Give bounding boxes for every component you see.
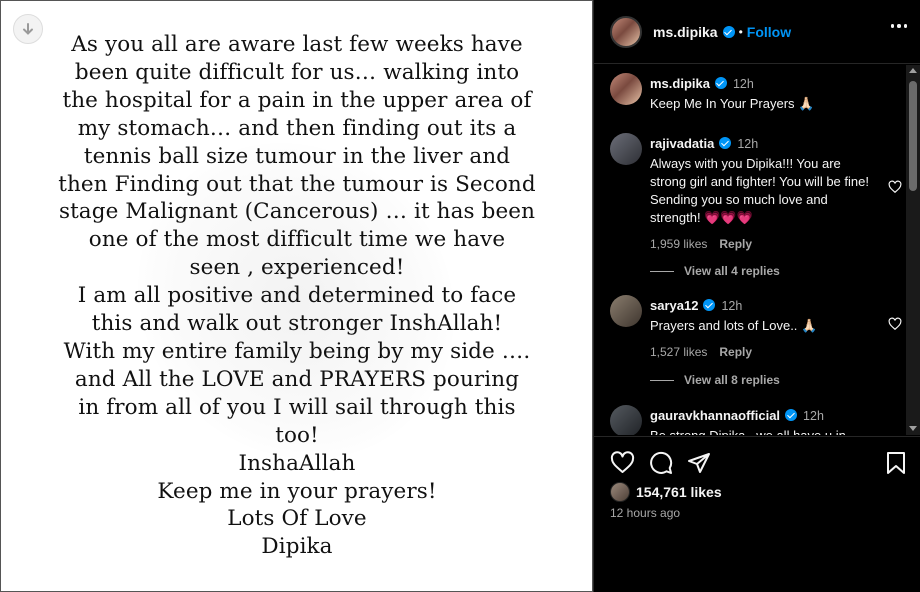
comment-time: 12h — [737, 137, 759, 151]
comment-icon[interactable] — [649, 451, 673, 475]
post-text-line: I am all positive and determined to face — [77, 283, 517, 309]
comment-username[interactable]: rajivadatia — [650, 136, 714, 151]
comment-time: 12h — [721, 299, 743, 313]
post-image: As you all are aware last few weeks have… — [0, 0, 593, 592]
likes-summary[interactable]: 154,761 likes — [610, 482, 722, 502]
heart-icon[interactable] — [888, 180, 902, 194]
verified-badge-icon — [714, 77, 727, 89]
verified-badge-icon — [703, 299, 716, 311]
heart-icon[interactable] — [610, 451, 635, 475]
reply-button[interactable]: Reply — [719, 345, 752, 359]
post-actions-area: 154,761 likes 12 hours ago — [594, 436, 920, 592]
bookmark-icon[interactable] — [885, 451, 907, 475]
comment-time: 12h — [803, 409, 824, 423]
caption-text: Keep Me In Your Prayers 🙏🏻 — [650, 96, 815, 111]
caption-time: 12h — [732, 77, 754, 91]
post-text-line: Lots Of Love — [227, 506, 367, 532]
comment-username[interactable]: gauravkhannaofficial — [650, 408, 780, 423]
verified-badge-icon — [785, 409, 798, 421]
scroll-down-arrow-icon[interactable] — [909, 426, 917, 431]
verified-badge-icon — [722, 25, 735, 38]
commenter-avatar[interactable] — [610, 295, 642, 327]
view-replies-button[interactable]: View all 4 replies — [650, 264, 780, 278]
scrollbar-thumb[interactable] — [909, 81, 917, 191]
comment-text: Be strong Dipika.. we all have u in — [650, 427, 880, 435]
post-text-line: Keep me in your prayers! — [157, 478, 437, 504]
post-text-line: InshaAllah — [238, 450, 356, 476]
heart-icon[interactable] — [888, 317, 902, 331]
comments-scrollbar[interactable] — [906, 65, 920, 435]
post-text-line: then Finding out that the tumour is Seco… — [58, 171, 536, 197]
view-replies-button[interactable]: View all 8 replies — [650, 373, 780, 387]
post-text-line: the hospital for a pain in the upper are… — [62, 87, 532, 113]
commenter-avatar[interactable] — [610, 405, 642, 435]
header-separator: • — [738, 24, 743, 39]
caption-avatar[interactable] — [610, 73, 642, 105]
post-letter-text: As you all are aware last few weeks have… — [7, 31, 587, 561]
post-header: ms.dipika • Follow — [594, 0, 920, 64]
comment-text: Prayers and lots of Love.. 🙏🏻 — [650, 318, 818, 333]
share-icon[interactable] — [687, 451, 711, 475]
post-text-line: and All the LOVE and PRAYERS pouring — [74, 366, 520, 392]
more-options-icon[interactable] — [890, 24, 907, 28]
comment-text: Always with you Dipika!!! You are strong… — [650, 156, 869, 225]
comment-likes[interactable]: 1,959 likes — [650, 237, 707, 251]
post-text-line: too! — [275, 422, 319, 448]
post-text-line: stage Malignant (Cancerous) … it has bee… — [58, 199, 536, 225]
post-text-line: in from all of you I will sail through t… — [78, 394, 516, 420]
post-text-line: one of the most difficult time we have — [88, 227, 506, 253]
post-text-line: this and walk out stronger InshAllah! — [91, 311, 503, 337]
author-username[interactable]: ms.dipika — [653, 24, 718, 40]
comment-likes[interactable]: 1,527 likes — [650, 345, 707, 359]
scroll-up-arrow-icon[interactable] — [909, 68, 917, 73]
liker-avatar — [610, 482, 630, 502]
reply-button[interactable]: Reply — [719, 237, 752, 251]
commenter-avatar[interactable] — [610, 133, 642, 165]
caption-username[interactable]: ms.dipika — [650, 76, 710, 91]
post-text-line: been quite difficult for us… walking int… — [74, 59, 520, 85]
follow-button[interactable]: Follow — [747, 24, 791, 40]
comment-username[interactable]: sarya12 — [650, 298, 698, 313]
post-text-line: With my entire family being by my side …… — [63, 338, 531, 364]
author-avatar[interactable] — [610, 15, 642, 48]
post-text-line: my stomach… and then finding out its a — [77, 115, 517, 141]
post-text-line: As you all are aware last few weeks have — [71, 32, 523, 57]
action-bar — [610, 451, 711, 475]
post-text-line: seen , experienced! — [189, 255, 405, 281]
posted-time: 12 hours ago — [610, 506, 681, 520]
verified-badge-icon — [719, 137, 732, 149]
post-side-panel: ms.dipika • Follow ms.dipika 12h Keep Me … — [593, 0, 920, 592]
post-text-line: Dipika — [261, 534, 333, 560]
post-text-line: tennis ball size tumour in the liver and — [83, 143, 511, 169]
likes-count[interactable]: 154,761 likes — [636, 484, 722, 500]
comments-list: ms.dipika 12h Keep Me In Your Prayers 🙏🏻 … — [594, 65, 920, 435]
